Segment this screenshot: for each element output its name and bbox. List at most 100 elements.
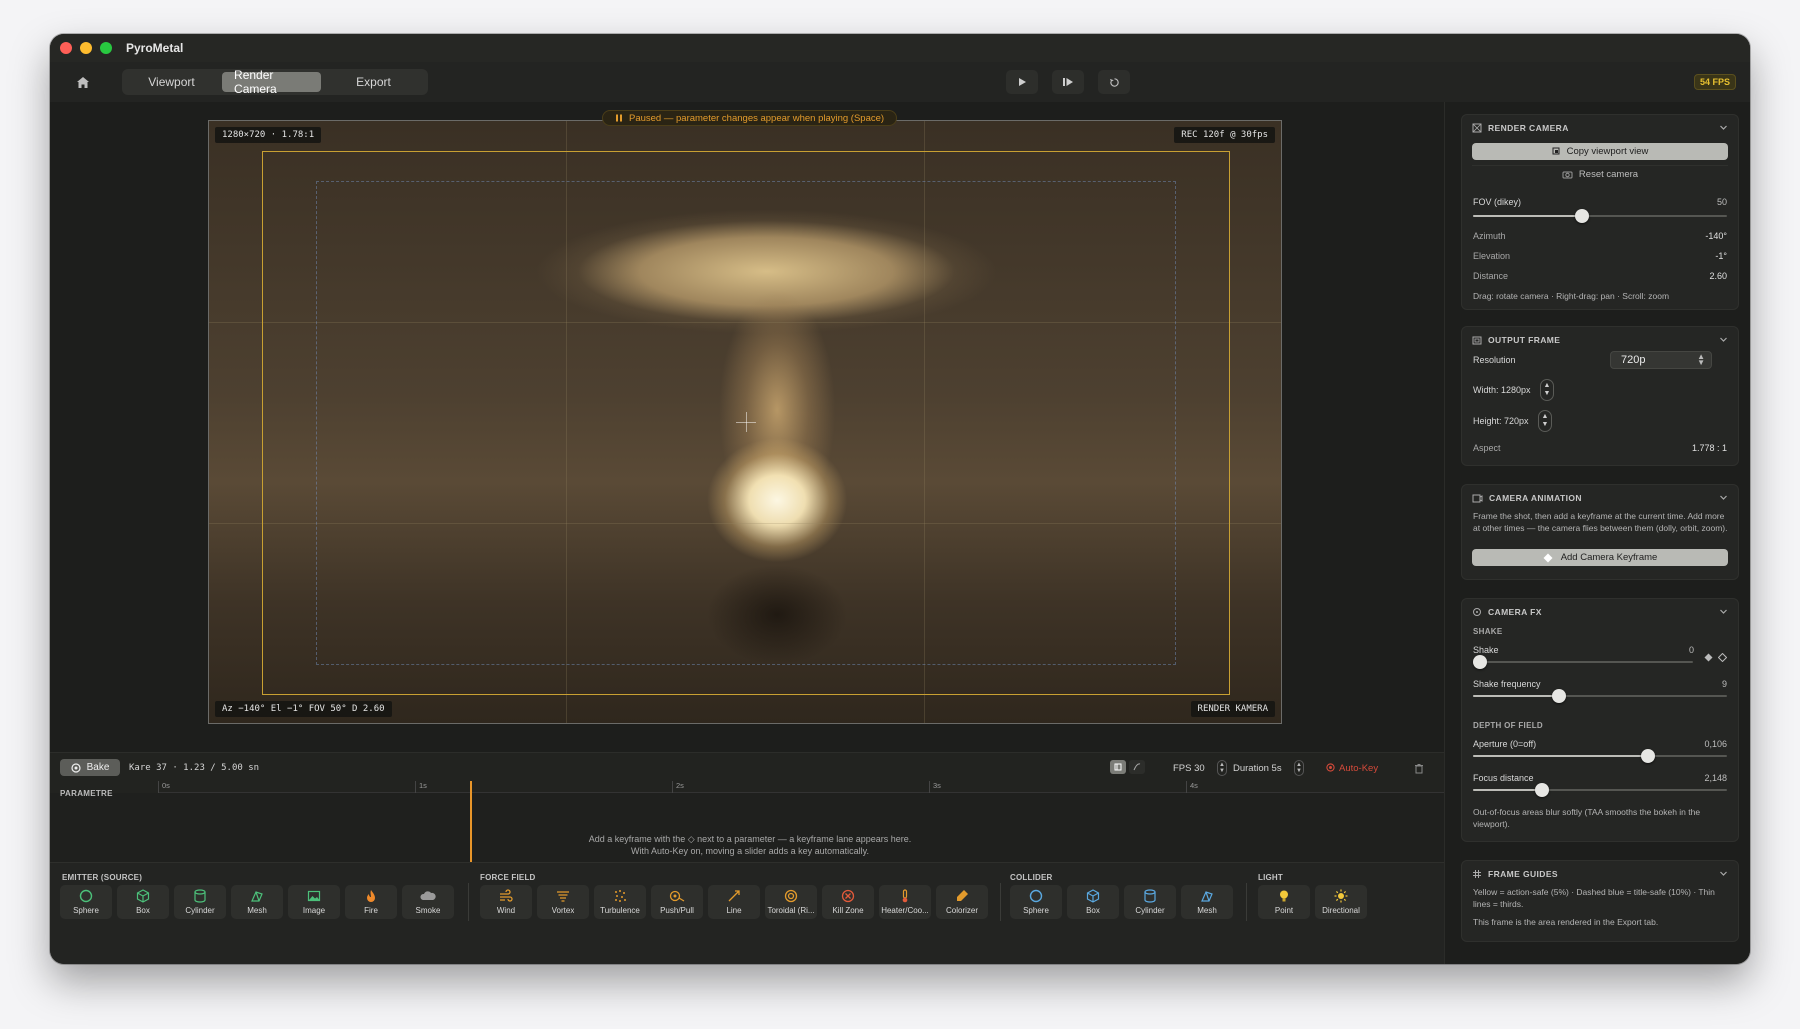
palette-label: Cylinder bbox=[185, 906, 215, 915]
collider-cylinder-button[interactable]: Cylinder bbox=[1124, 885, 1176, 919]
shake-frequency-slider[interactable] bbox=[1473, 689, 1727, 703]
select-arrows-icon: ▲ ▼ bbox=[1697, 352, 1705, 367]
cylinder-icon bbox=[194, 889, 206, 903]
width-stepper[interactable]: ▲ ▼ bbox=[1540, 379, 1554, 401]
delete-keys-button[interactable] bbox=[1414, 761, 1424, 779]
height-stepper[interactable]: ▲ ▼ bbox=[1538, 410, 1552, 432]
chevron-down-icon[interactable] bbox=[1719, 123, 1728, 132]
force-vortex-button[interactable]: Vortex bbox=[537, 885, 589, 919]
mesh-icon bbox=[1201, 891, 1213, 902]
force-pushpull-button[interactable]: Push/Pull bbox=[651, 885, 703, 919]
curve-view-button[interactable] bbox=[1129, 760, 1145, 774]
play-button[interactable] bbox=[1006, 70, 1038, 94]
slider-thumb[interactable] bbox=[1575, 209, 1590, 223]
aperture-slider[interactable] bbox=[1473, 749, 1727, 763]
force-toroidal-button[interactable]: Toroidal (Ri... bbox=[765, 885, 817, 919]
shake-slider[interactable] bbox=[1473, 655, 1693, 669]
force-line-button[interactable]: Line bbox=[708, 885, 760, 919]
add-camera-keyframe-button[interactable]: Add Camera Keyframe bbox=[1472, 549, 1728, 566]
reset-camera-button[interactable]: Reset camera bbox=[1472, 165, 1728, 182]
palette-separator bbox=[1246, 883, 1247, 921]
frame-guides-header[interactable]: FRAME GUIDES bbox=[1472, 869, 1558, 879]
autokey-toggle[interactable]: Auto-Key bbox=[1326, 763, 1378, 774]
camera-animation-title: CAMERA ANIMATION bbox=[1489, 493, 1582, 503]
bake-button[interactable]: Bake bbox=[60, 759, 120, 776]
box-icon bbox=[1086, 889, 1100, 903]
light-directional-button[interactable]: Directional bbox=[1315, 885, 1367, 919]
copy-viewport-view-button[interactable]: Copy viewport view bbox=[1472, 143, 1728, 160]
chevron-down-icon[interactable] bbox=[1719, 335, 1728, 344]
chevron-down-icon[interactable] bbox=[1719, 493, 1728, 502]
collider-sphere-button[interactable]: Sphere bbox=[1010, 885, 1062, 919]
viewport-area[interactable]: Paused — parameter changes appear when p… bbox=[50, 102, 1444, 752]
emitter-fire-button[interactable]: Fire bbox=[345, 885, 397, 919]
curve-icon bbox=[1133, 763, 1141, 771]
aspect-value: 1.778 : 1 bbox=[1691, 443, 1727, 453]
keyframe-diamond-outline-icon[interactable] bbox=[1718, 653, 1727, 662]
duration-stepper[interactable]: ▲ ▼ bbox=[1294, 760, 1304, 776]
height-label: Height: 720px bbox=[1473, 416, 1529, 426]
minimize-window-button[interactable] bbox=[80, 42, 92, 54]
slider-thumb[interactable] bbox=[1641, 749, 1656, 763]
duration-control[interactable]: Duration 5s bbox=[1233, 763, 1282, 774]
timeline: Bake Kare 37 · 1.23 / 5.00 sn FPS 30 ▲ ▼ … bbox=[50, 752, 1444, 863]
emitter-image-button[interactable]: Image bbox=[288, 885, 340, 919]
fov-slider[interactable] bbox=[1473, 209, 1727, 223]
render-camera-header[interactable]: RENDER CAMERA bbox=[1472, 123, 1569, 133]
step-forward-button[interactable] bbox=[1052, 70, 1084, 94]
camera-fx-title: CAMERA FX bbox=[1488, 607, 1542, 617]
emitter-sphere-button[interactable]: Sphere bbox=[60, 885, 112, 919]
force-wind-button[interactable]: Wind bbox=[480, 885, 532, 919]
force-turbulence-button[interactable]: Turbulence bbox=[594, 885, 646, 919]
emitter-mesh-button[interactable]: Mesh bbox=[231, 885, 283, 919]
mode-overlay: RENDER KAMERA bbox=[1190, 701, 1275, 717]
emitter-box-button[interactable]: Box bbox=[117, 885, 169, 919]
reset-simulation-button[interactable] bbox=[1098, 70, 1130, 94]
maximize-window-button[interactable] bbox=[100, 42, 112, 54]
force-heater-button[interactable]: Heater/Coo... bbox=[879, 885, 931, 919]
slider-fill bbox=[1473, 755, 1649, 757]
camera-icon bbox=[1562, 171, 1573, 178]
emitter-cylinder-button[interactable]: Cylinder bbox=[174, 885, 226, 919]
tab-render-camera[interactable]: Render Camera bbox=[222, 68, 322, 96]
palette-label: Vortex bbox=[551, 906, 575, 915]
light-point-button[interactable]: Point bbox=[1258, 885, 1310, 919]
frame-guides-legend: Yellow = action-safe (5%) · Dashed blue … bbox=[1473, 887, 1715, 909]
slider-thumb[interactable] bbox=[1534, 783, 1549, 797]
azimuth-value: -140° bbox=[1705, 231, 1727, 241]
resolution-select[interactable]: 720p ▲ ▼ bbox=[1610, 351, 1712, 369]
close-window-button[interactable] bbox=[60, 42, 72, 54]
palette-label: Sphere bbox=[1023, 906, 1049, 915]
render-frame[interactable]: 1280×720 · 1.78:1 REC 120f @ 30fps Az −1… bbox=[208, 120, 1282, 724]
time-ruler[interactable]: 0s 1s 2s 3s 4s bbox=[158, 781, 1444, 793]
tab-export[interactable]: Export bbox=[324, 72, 423, 92]
tab-viewport[interactable]: Viewport bbox=[124, 72, 219, 92]
toolbar: Viewport Render Camera Export 54 FPS bbox=[50, 62, 1750, 102]
fps-stepper[interactable]: ▲ ▼ bbox=[1217, 760, 1227, 776]
slider-thumb[interactable] bbox=[1473, 655, 1487, 669]
fps-control[interactable]: FPS 30 bbox=[1173, 763, 1205, 774]
focus-distance-slider[interactable] bbox=[1473, 783, 1727, 797]
resolution-select-value: 720p bbox=[1621, 354, 1646, 366]
render-camera-title: RENDER CAMERA bbox=[1488, 123, 1569, 133]
slider-thumb[interactable] bbox=[1552, 689, 1567, 703]
force-killzone-button[interactable]: Kill Zone bbox=[822, 885, 874, 919]
palette-label: Smoke bbox=[415, 906, 441, 915]
sphere-icon bbox=[79, 889, 93, 903]
camera-animation-header[interactable]: CAMERA ANIMATION bbox=[1472, 493, 1582, 503]
home-button[interactable] bbox=[72, 71, 94, 93]
autokey-label: Auto-Key bbox=[1339, 763, 1379, 774]
force-colorizer-button[interactable]: Colorizer bbox=[936, 885, 988, 919]
keyframe-diamond-icon[interactable] bbox=[1704, 653, 1713, 662]
collider-mesh-button[interactable]: Mesh bbox=[1181, 885, 1233, 919]
output-frame-header[interactable]: OUTPUT FRAME bbox=[1472, 335, 1560, 345]
chevron-down-icon[interactable] bbox=[1719, 869, 1728, 878]
camera-fx-header[interactable]: CAMERA FX bbox=[1472, 607, 1542, 617]
emitter-smoke-button[interactable]: Smoke bbox=[402, 885, 454, 919]
collider-box-button[interactable]: Box bbox=[1067, 885, 1119, 919]
chevron-down-icon[interactable] bbox=[1719, 607, 1728, 616]
dopesheet-view-button[interactable] bbox=[1110, 760, 1126, 774]
distance-value: 2.60 bbox=[1709, 271, 1727, 281]
palette-label: Toroidal (Ri... bbox=[767, 906, 815, 915]
camera-fx-card: CAMERA FX SHAKE Shake 0 Shake frequency … bbox=[1461, 598, 1739, 842]
